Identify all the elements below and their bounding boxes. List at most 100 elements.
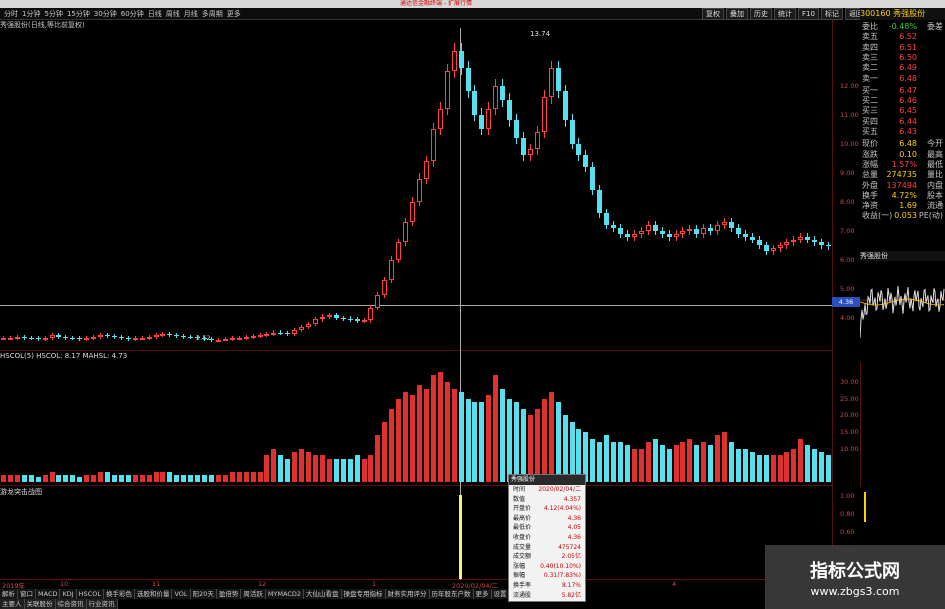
period-2[interactable]: 5分钟 [44,9,62,19]
price-tick: 11.00 [840,110,859,119]
hscol-bar [49,472,55,482]
info-tab[interactable]: 行业资讯 [86,599,118,609]
indicator-tab[interactable]: 阳20天 [190,589,217,599]
hscol-bar [437,372,443,482]
hscol-bar [382,422,388,482]
hscol-bar [243,472,249,482]
candle-body [319,316,325,320]
indicator-tab[interactable]: VOL [172,589,191,599]
toolbar-button-4[interactable]: F10 [798,8,819,20]
indicator-tab[interactable]: HSCOL [76,589,104,599]
candle-body [1,338,6,341]
indicator-tab[interactable]: 财务实用评分 [385,589,430,599]
popup-key: 换手率 [513,581,532,589]
hscol-bar [222,475,228,482]
hscol-bar [694,445,700,482]
row-extra: 委差 [927,22,943,31]
hscol-bar [257,472,263,482]
period-4[interactable]: 30分钟 [94,9,117,19]
candle-body [160,333,166,336]
indicator-tab[interactable]: 历年股东户数 [429,589,474,599]
indicator-tab[interactable]: 换手彩色 [103,589,135,599]
toolbar-button-1[interactable]: 叠加 [726,8,748,20]
candle-body [347,318,353,320]
indicator-tab[interactable]: KDJ [60,589,77,599]
hscol-bar [188,475,194,482]
indicator-tab[interactable]: 设置 [491,589,510,599]
hscol-bar [562,415,568,482]
candle-body [77,338,83,340]
info-tab[interactable]: 关联股份 [24,599,56,609]
row-extra: 今开 [927,139,943,149]
period-8[interactable]: 月线 [184,9,198,19]
period-10[interactable]: 更多 [227,9,241,19]
period-7[interactable]: 周线 [166,9,180,19]
info-tab[interactable]: 主要人 [0,599,25,609]
indicator-tab[interactable]: 更多 [473,589,492,599]
hscol-bar [735,448,741,482]
period-9[interactable]: 多周期 [202,9,223,19]
hscol-bar [507,398,513,482]
sell-row: 卖一 6.48 [860,74,945,84]
candle-body [555,68,561,92]
indicator-tab[interactable]: MACD [36,589,61,599]
candle-body [673,233,679,237]
candle-body [735,227,741,234]
indicator-tab[interactable]: 周活跃 [241,589,266,599]
hscol-bar [181,475,187,482]
indicator-tab[interactable]: 选股和价量 [134,589,173,599]
hscol-bar [361,458,367,482]
indicator-tab[interactable]: 窗口 [18,589,36,599]
row-value: 6.45 [899,106,917,116]
date-tick: 12 [258,580,267,588]
row-label: 现价 [862,139,878,149]
quote-header: 300160 秀强股份 [860,8,945,20]
candle-body [153,335,159,338]
candle-body [278,332,284,334]
candle-body [437,108,443,130]
toolbar-button-3[interactable]: 统计 [774,8,796,20]
hscol-bar [319,455,325,482]
indicator-tab[interactable]: 大仙山看盘 [304,589,342,599]
candle-body [826,245,832,247]
indicator-tab[interactable]: MYMACD2 [265,589,305,599]
row-label: 买三 [862,106,878,116]
candle-body [70,337,76,339]
hscol-bar [527,415,533,482]
hscol-bar [548,392,554,482]
period-6[interactable]: 日线 [148,9,162,19]
period-5[interactable]: 60分钟 [121,9,144,19]
hscol-bar [701,442,707,482]
hscol-bar [756,455,762,482]
indicator-tab[interactable]: 盈倍势 [216,589,242,599]
candle-body [410,201,416,223]
hscol-bar [673,445,679,482]
candle-body [708,227,714,231]
period-3[interactable]: 15分钟 [67,9,90,19]
period-1[interactable]: 1分钟 [22,9,40,19]
toolbar-button-2[interactable]: 历史 [750,8,772,20]
indicator-tab[interactable]: 解析 [0,589,18,599]
row-label: 收益(一) [862,211,893,221]
candle-body [444,71,450,109]
popup-value: 4.12(4.04%) [543,505,581,513]
popup-key: 收盘价 [513,533,532,541]
popup-row: 涨幅 0.40(10.10%) [509,562,585,572]
candle-body [63,336,69,338]
popup-rows: 时间 2020/02/04/二 数值 4.357 开盘价 4.12(4.04%) 最高价 4.… [509,485,585,600]
indicator-tab[interactable]: 操盘专用指标 [341,589,386,599]
candle-body [146,336,152,339]
info-tab[interactable]: 综合资讯 [55,599,87,609]
hscol-bar [465,398,471,482]
candle-body [361,320,367,323]
candle-body [285,333,291,335]
mini-chart-title: 秀强股份 [860,251,945,261]
candle-body [777,245,783,249]
price-tick: 8.00 [840,197,855,206]
toolbar-button-0[interactable]: 复权 [702,8,724,20]
popup-row: 换手率 8.17% [509,581,585,591]
high-label: 13.74 [530,30,551,38]
row-value: 6.44 [899,116,917,126]
period-0[interactable]: 分时 [4,9,18,19]
hscol-bar [375,435,381,482]
